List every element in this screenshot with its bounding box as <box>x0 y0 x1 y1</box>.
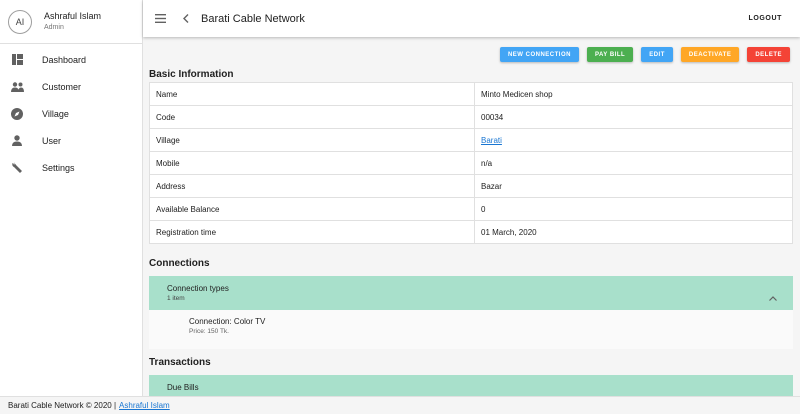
table-row: Village Barati <box>149 128 793 152</box>
basic-information-table: Name Minto Medicen shop Code 00034 Village… <box>149 82 793 244</box>
main-content: NEW CONNECTION PAY BILL EDIT DEACTIVATE … <box>143 37 800 396</box>
menu-icon[interactable] <box>153 12 167 26</box>
pay-bill-button[interactable]: PAY BILL <box>586 47 634 62</box>
avatar: AI <box>8 9 32 34</box>
people-icon <box>10 80 24 94</box>
row-value: 00034 <box>474 105 793 129</box>
row-label: Registration time <box>149 220 475 244</box>
row-label: Village <box>149 128 475 152</box>
row-label: Code <box>149 105 475 129</box>
connections-heading: Connections <box>149 258 210 269</box>
dashboard-icon <box>10 53 24 67</box>
footer-text: Barati Cable Network © 2020 | <box>8 401 117 410</box>
chevron-up-icon <box>769 288 779 301</box>
chevron-left-icon[interactable] <box>181 12 191 26</box>
sidebar-item-label: Settings <box>42 162 75 173</box>
logout-button[interactable]: LOGOUT <box>748 15 782 22</box>
sidebar-item-village[interactable]: Village <box>0 100 142 127</box>
connection-name: Connection: Color TV <box>189 317 266 326</box>
transactions-heading: Transactions <box>149 357 211 368</box>
table-row: Address Bazar <box>149 174 793 198</box>
row-value: Bazar <box>474 174 793 198</box>
edit-button[interactable]: EDIT <box>641 47 673 62</box>
table-row: Name Minto Medicen shop <box>149 82 793 106</box>
delete-button[interactable]: DELETE <box>747 47 790 62</box>
page-title: Barati Cable Network <box>201 12 305 25</box>
sidebar-item-dashboard[interactable]: Dashboard <box>0 46 142 73</box>
wrench-icon <box>10 161 24 175</box>
panel-title: Connection types <box>167 284 229 293</box>
connection-price: Price: 150 Tk. <box>189 328 229 335</box>
user-name: Ashraful Islam <box>44 10 102 21</box>
sidebar-item-settings[interactable]: Settings <box>0 154 142 181</box>
deactivate-button[interactable]: DEACTIVATE <box>680 47 740 62</box>
footer: Barati Cable Network © 2020 | Ashraful I… <box>0 396 800 414</box>
row-value: n/a <box>474 151 793 175</box>
due-bills-header[interactable]: Due Bills <box>149 375 793 396</box>
compass-icon <box>10 107 24 121</box>
connection-types-header[interactable]: Connection types 1 item <box>149 276 793 310</box>
table-row: Registration time 01 March, 2020 <box>149 220 793 244</box>
sidebar-item-label: Village <box>42 108 69 119</box>
panel-title: Due Bills <box>167 383 199 392</box>
row-label: Address <box>149 174 475 198</box>
sidebar: AI Ashraful Islam Admin Dashboard Custom… <box>0 0 143 396</box>
row-value: 0 <box>474 197 793 221</box>
row-label: Name <box>149 82 475 106</box>
row-value: Minto Medicen shop <box>474 82 793 106</box>
sidebar-item-customer[interactable]: Customer <box>0 73 142 100</box>
table-row: Mobile n/a <box>149 151 793 175</box>
user-role: Admin <box>44 23 64 31</box>
table-row: Available Balance 0 <box>149 197 793 221</box>
connection-item: Connection: Color TV Price: 150 Tk. <box>149 310 793 349</box>
village-link[interactable]: Barati <box>481 136 502 145</box>
sidebar-nav: Dashboard Customer Village User Settings <box>0 44 142 181</box>
panel-count: 1 item <box>167 295 185 302</box>
sidebar-item-label: Customer <box>42 81 82 92</box>
sidebar-item-user[interactable]: User <box>0 127 142 154</box>
new-connection-button[interactable]: NEW CONNECTION <box>499 47 579 62</box>
due-bills-panel: Due Bills <box>149 375 793 396</box>
footer-author-link[interactable]: Ashraful Islam <box>119 401 170 410</box>
connection-types-panel: Connection types 1 item Connection: Colo… <box>149 276 793 349</box>
sidebar-item-label: User <box>42 135 62 146</box>
row-label: Available Balance <box>149 197 475 221</box>
action-bar: NEW CONNECTION PAY BILL EDIT DEACTIVATE … <box>149 37 794 64</box>
sidebar-item-label: Dashboard <box>42 54 87 65</box>
row-value: 01 March, 2020 <box>474 220 793 244</box>
basic-information-heading: Basic Information <box>149 69 234 80</box>
row-label: Mobile <box>149 151 475 175</box>
row-value: Barati <box>474 128 793 152</box>
table-row: Code 00034 <box>149 105 793 129</box>
user-profile[interactable]: AI Ashraful Islam Admin <box>0 0 142 44</box>
person-icon <box>10 134 24 148</box>
top-bar: Barati Cable Network LOGOUT <box>143 0 800 37</box>
